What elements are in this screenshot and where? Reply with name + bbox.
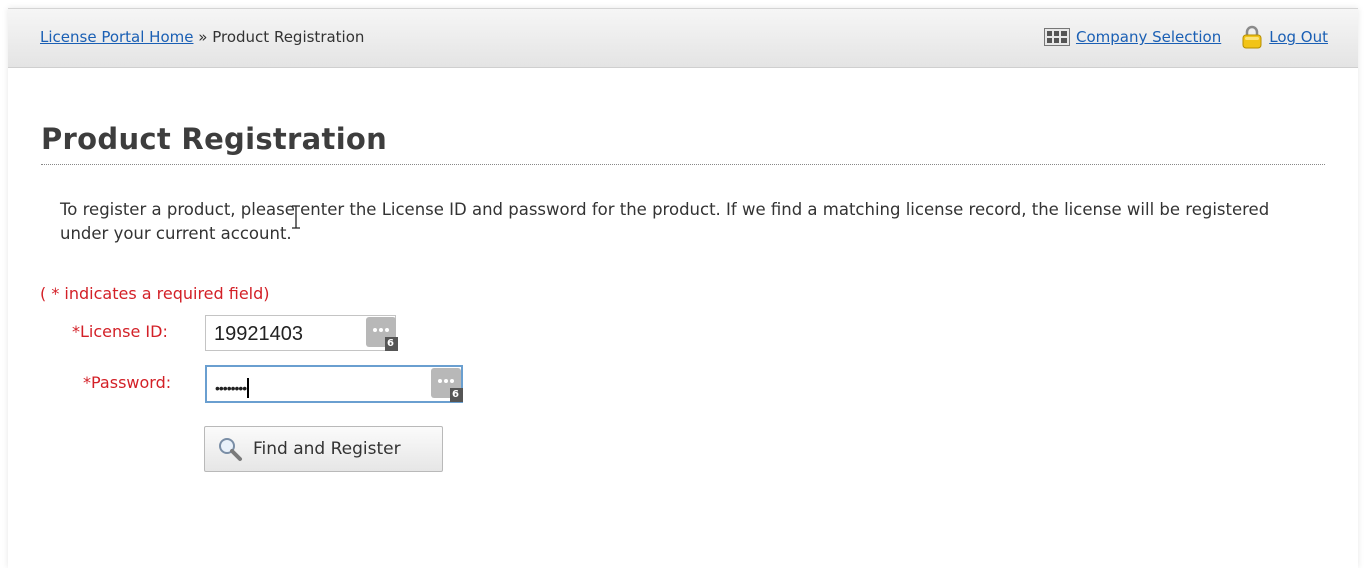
password-label: *Password:: [83, 373, 172, 392]
password-masked-value: ••••••••: [215, 380, 247, 396]
top-navigation-bar: License Portal Home » Product Registrati…: [8, 9, 1358, 68]
password-manager-icon[interactable]: 6: [431, 368, 463, 402]
find-and-register-label: Find and Register: [253, 439, 401, 459]
page-title: Product Registration: [41, 122, 388, 156]
title-divider: [41, 164, 1325, 165]
breadcrumb-home-link[interactable]: License Portal Home: [40, 28, 193, 46]
top-links: Company Selection Log Out: [1043, 25, 1328, 49]
breadcrumb: License Portal Home » Product Registrati…: [40, 28, 364, 46]
portal-frame: License Portal Home » Product Registrati…: [8, 8, 1358, 568]
required-field-note: ( * indicates a required field): [40, 284, 270, 303]
password-manager-icon[interactable]: 6: [366, 317, 398, 351]
breadcrumb-current: Product Registration: [212, 28, 365, 46]
text-cursor-icon: [292, 205, 300, 229]
breadcrumb-separator: »: [198, 28, 208, 46]
magnifier-icon: [219, 438, 242, 461]
grid-icon[interactable]: [1043, 28, 1070, 46]
intro-text: To register a product, please enter the …: [60, 200, 1270, 243]
password-manager-badge: 6: [452, 389, 459, 400]
lock-icon[interactable]: [1241, 25, 1263, 49]
text-caret: [247, 378, 250, 398]
license-id-label: *License ID:: [72, 322, 168, 341]
password-input[interactable]: ••••••••: [205, 365, 463, 403]
password-manager-badge: 6: [387, 338, 394, 349]
logout-link[interactable]: Log Out: [1269, 28, 1328, 46]
company-selection-link[interactable]: Company Selection: [1076, 28, 1221, 46]
find-and-register-button[interactable]: Find and Register: [204, 426, 443, 472]
